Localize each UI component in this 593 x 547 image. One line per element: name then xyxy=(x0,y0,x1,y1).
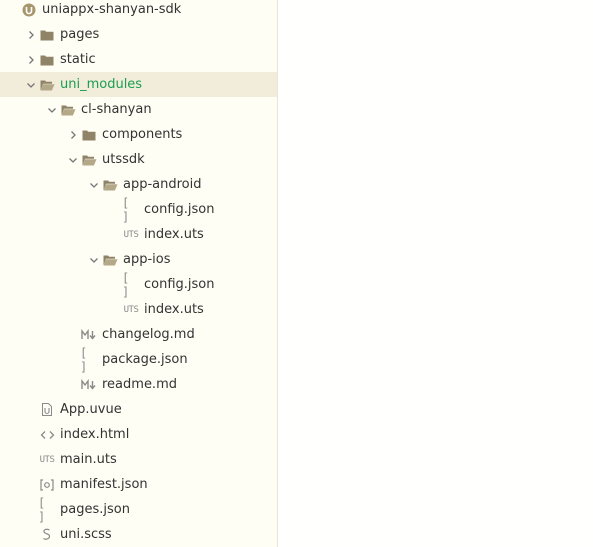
tree-item-file[interactable]: index.html xyxy=(0,422,277,447)
uvue-file-icon xyxy=(38,397,56,422)
folder-open-icon xyxy=(59,97,77,122)
folder-open-icon xyxy=(101,247,119,272)
chevron-right-icon[interactable] xyxy=(24,47,38,72)
tree-item-file[interactable]: [ ] config.json xyxy=(0,270,277,299)
json-file-icon: [ ] xyxy=(122,195,131,224)
tree-item-file[interactable]: [ ] pages.json xyxy=(0,495,277,524)
tree-item-file[interactable]: [ ] config.json xyxy=(0,195,277,224)
tree-item-file[interactable]: App.uvue xyxy=(0,397,277,422)
tree-item-folder[interactable]: utssdk xyxy=(0,147,277,172)
json-file-icon: [ ] xyxy=(122,270,131,299)
tree-item-label: index.uts xyxy=(144,302,204,317)
editor-area[interactable] xyxy=(279,0,593,547)
tree-item-label: package.json xyxy=(102,352,188,367)
tree-item-folder-selected[interactable]: uni_modules xyxy=(0,72,277,97)
tree-item-folder[interactable]: cl-shanyan xyxy=(0,97,277,122)
tree-item-label: uni.scss xyxy=(60,527,112,542)
json-file-icon: [ ] xyxy=(80,345,89,374)
manifest-file-icon xyxy=(38,472,56,497)
folder-open-icon xyxy=(38,72,56,97)
tree-item-label: manifest.json xyxy=(60,477,148,492)
tree-item-file[interactable]: uni.scss xyxy=(0,522,277,547)
project-explorer: uniappx-shanyan-sdk pages static uni_mod… xyxy=(0,0,278,547)
tree-item-file[interactable]: UTS index.uts xyxy=(0,297,277,322)
tree-item-label: readme.md xyxy=(102,377,177,392)
folder-icon xyxy=(38,22,56,47)
markdown-file-icon xyxy=(80,372,98,397)
tree-item-label: uniappx-shanyan-sdk xyxy=(42,2,182,17)
chevron-down-icon[interactable] xyxy=(87,172,101,197)
tree-item-label: index.html xyxy=(60,427,130,442)
scss-file-icon xyxy=(38,522,56,547)
tree-item-folder[interactable]: components xyxy=(0,122,277,147)
tree-item-file[interactable]: UTS index.uts xyxy=(0,222,277,247)
tree-item-label: components xyxy=(102,127,183,142)
tree-item-label: pages.json xyxy=(60,502,130,517)
tree-item-file[interactable]: changelog.md xyxy=(0,322,277,347)
tree-item-label: changelog.md xyxy=(102,327,195,342)
tree-item-label: utssdk xyxy=(102,152,145,167)
tree-item-label: config.json xyxy=(144,277,215,292)
tree-item-folder[interactable]: pages xyxy=(0,22,277,47)
tree-item-file[interactable]: readme.md xyxy=(0,372,277,397)
tree-item-root[interactable]: uniappx-shanyan-sdk xyxy=(0,0,277,22)
tree-item-label: App.uvue xyxy=(60,402,122,417)
tree-item-label: static xyxy=(60,52,96,67)
tree-item-label: config.json xyxy=(144,202,215,217)
tree-item-folder[interactable]: static xyxy=(0,47,277,72)
tree-item-file[interactable]: manifest.json xyxy=(0,472,277,497)
chevron-down-icon[interactable] xyxy=(87,247,101,272)
chevron-right-icon[interactable] xyxy=(24,22,38,47)
tree-item-label: cl-shanyan xyxy=(81,102,152,117)
folder-open-icon xyxy=(80,147,98,172)
tree-item-file[interactable]: UTS main.uts xyxy=(0,447,277,472)
tree-item-label: app-android xyxy=(123,177,202,192)
html-file-icon xyxy=(38,422,56,447)
tree-item-file[interactable]: [ ] package.json xyxy=(0,345,277,374)
uts-file-icon: UTS xyxy=(123,229,139,240)
chevron-down-icon[interactable] xyxy=(66,147,80,172)
folder-icon xyxy=(38,47,56,72)
markdown-file-icon xyxy=(80,322,98,347)
tree-item-label: pages xyxy=(60,27,100,42)
tree-item-label: app-ios xyxy=(123,252,171,267)
tree-item-folder[interactable]: app-ios xyxy=(0,247,277,272)
tree-item-label: index.uts xyxy=(144,227,204,242)
json-file-icon: [ ] xyxy=(38,495,47,524)
tree-item-label: main.uts xyxy=(60,452,117,467)
chevron-down-icon[interactable] xyxy=(45,97,59,122)
tree-item-folder[interactable]: app-android xyxy=(0,172,277,197)
uts-file-icon: UTS xyxy=(123,304,139,315)
chevron-down-icon[interactable] xyxy=(24,72,38,97)
uts-file-icon: UTS xyxy=(39,454,55,465)
tree-item-label: uni_modules xyxy=(60,77,143,92)
folder-icon xyxy=(80,122,98,147)
folder-open-icon xyxy=(101,172,119,197)
chevron-right-icon[interactable] xyxy=(66,122,80,147)
uniapp-logo-icon xyxy=(20,0,38,22)
